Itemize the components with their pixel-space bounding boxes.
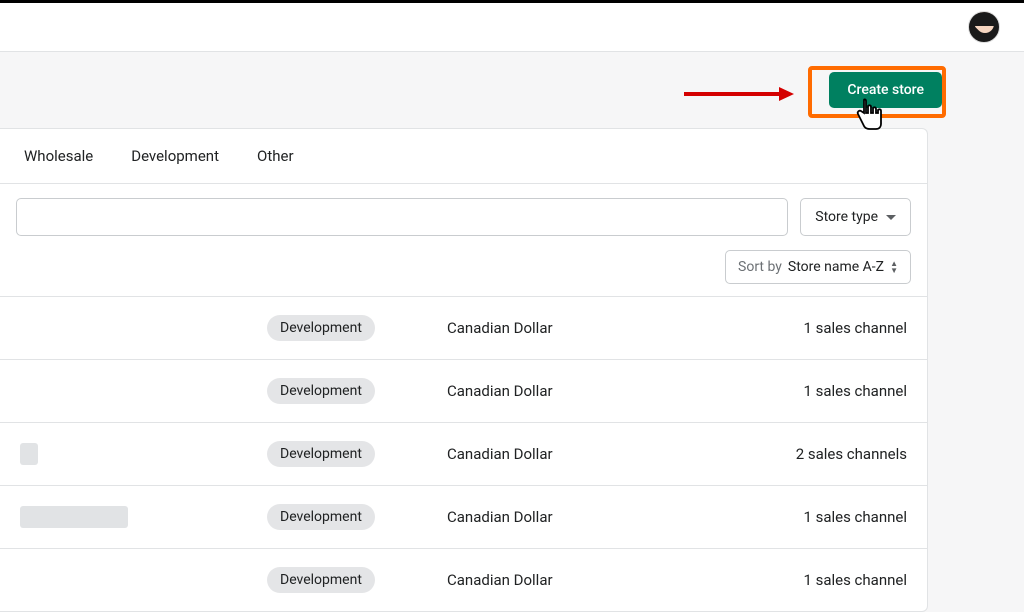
store-name-cell bbox=[20, 443, 267, 465]
tab-development[interactable]: Development bbox=[131, 147, 219, 165]
top-bar bbox=[0, 0, 1024, 52]
sort-value: Store name A-Z bbox=[788, 259, 884, 275]
currency-cell: Canadian Dollar bbox=[447, 571, 707, 589]
currency-cell: Canadian Dollar bbox=[447, 319, 707, 337]
table-row[interactable]: Development Canadian Dollar1 sales channe… bbox=[0, 485, 927, 548]
channels-cell: 1 sales channel bbox=[707, 571, 907, 589]
sort-button[interactable]: Sort by Store name A-Z ▲▼ bbox=[725, 250, 911, 284]
table-row[interactable]: Development Canadian Dollar1 sales channe… bbox=[0, 548, 927, 611]
status-badge: Development bbox=[267, 378, 375, 404]
badge-cell: Development bbox=[267, 504, 447, 530]
status-badge: Development bbox=[267, 315, 375, 341]
store-name-cell bbox=[20, 506, 267, 528]
tab-wholesale[interactable]: Wholesale bbox=[24, 147, 93, 165]
search-input[interactable] bbox=[16, 198, 788, 236]
caret-down-icon bbox=[886, 215, 896, 220]
sort-prefix: Sort by bbox=[738, 259, 782, 275]
action-row: Create store bbox=[0, 72, 1024, 108]
avatar[interactable] bbox=[968, 11, 1000, 43]
store-type-filter-button[interactable]: Store type bbox=[800, 198, 911, 236]
badge-cell: Development bbox=[267, 567, 447, 593]
create-store-button[interactable]: Create store bbox=[829, 72, 942, 108]
sort-row: Sort by Store name A-Z ▲▼ bbox=[0, 250, 927, 296]
sort-arrows-icon: ▲▼ bbox=[890, 261, 898, 274]
store-name-cell bbox=[20, 380, 267, 402]
status-badge: Development bbox=[267, 567, 375, 593]
tabs: Wholesale Development Other bbox=[0, 129, 927, 184]
channels-cell: 2 sales channels bbox=[707, 445, 907, 463]
table-row[interactable]: Development Canadian Dollar1 sales channe… bbox=[0, 359, 927, 422]
tab-other[interactable]: Other bbox=[257, 147, 294, 165]
annotation-arrow-icon bbox=[684, 84, 794, 104]
content-card: Wholesale Development Other Store type S… bbox=[0, 128, 928, 612]
badge-cell: Development bbox=[267, 441, 447, 467]
store-name-cell bbox=[20, 317, 267, 339]
channels-cell: 1 sales channel bbox=[707, 319, 907, 337]
store-name-placeholder bbox=[20, 506, 128, 528]
filter-row: Store type bbox=[0, 184, 927, 250]
channels-cell: 1 sales channel bbox=[707, 508, 907, 526]
page-body: Create store Wholesale Development Other… bbox=[0, 52, 1024, 612]
currency-cell: Canadian Dollar bbox=[447, 445, 707, 463]
badge-cell: Development bbox=[267, 378, 447, 404]
badge-cell: Development bbox=[267, 315, 447, 341]
currency-cell: Canadian Dollar bbox=[447, 382, 707, 400]
table-row[interactable]: Development Canadian Dollar2 sales channe… bbox=[0, 422, 927, 485]
status-badge: Development bbox=[267, 441, 375, 467]
cursor-hand-icon bbox=[854, 98, 884, 132]
table-row[interactable]: Development Canadian Dollar1 sales channe… bbox=[0, 296, 927, 359]
store-name-placeholder bbox=[20, 443, 38, 465]
store-name-cell bbox=[20, 569, 267, 591]
channels-cell: 1 sales channel bbox=[707, 382, 907, 400]
status-badge: Development bbox=[267, 504, 375, 530]
store-type-label: Store type bbox=[815, 209, 878, 225]
currency-cell: Canadian Dollar bbox=[447, 508, 707, 526]
